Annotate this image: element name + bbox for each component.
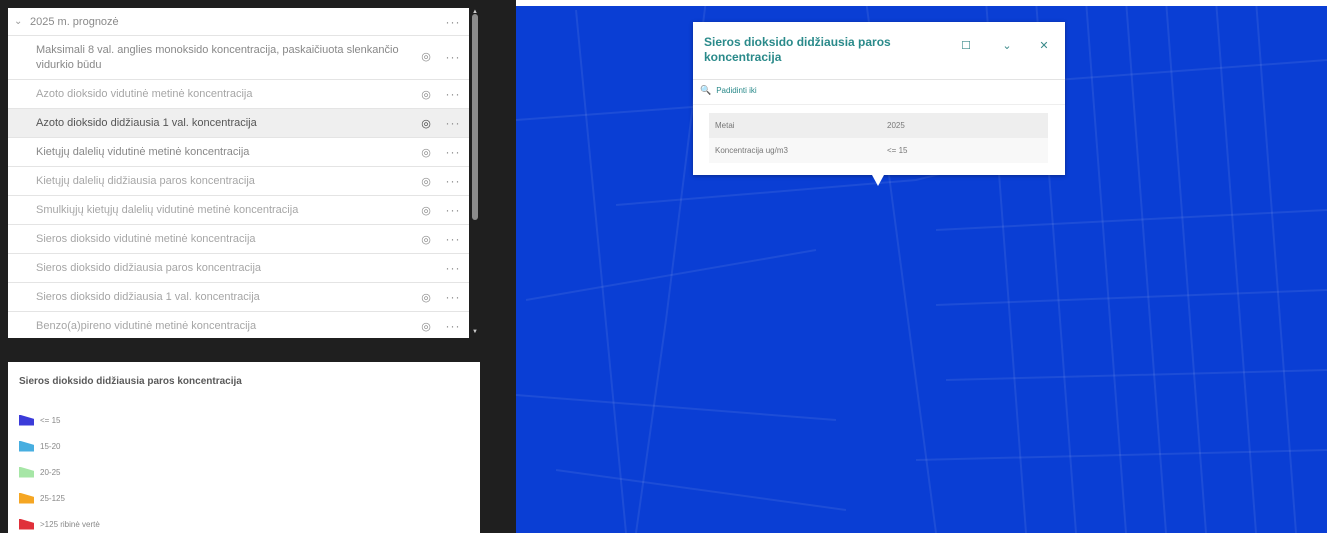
layer-row[interactable]: Benzo(a)pireno vidutinė metinė koncentra…	[8, 312, 469, 338]
scrollbar-thumb[interactable]	[472, 14, 478, 220]
visibility-icon[interactable]: ◎	[415, 88, 437, 101]
legend-label: 25-125	[40, 493, 65, 503]
attribute-row: Metai 2025	[709, 113, 1048, 138]
legend-label: 15-20	[40, 441, 61, 451]
layer-name: Kietųjų dalelių didžiausia paros koncent…	[36, 175, 255, 187]
layer-name: Sieros dioksido didžiausia paros koncent…	[36, 262, 262, 274]
layer-group-row[interactable]: ⌄ 2025 m. prognozė ···	[8, 8, 469, 36]
dock-popup-icon[interactable]: ☐	[958, 39, 974, 52]
attribute-table: Metai 2025 Koncentracija ug/m3 <= 15	[709, 113, 1048, 163]
map-right-border	[1327, 0, 1332, 533]
layer-name: Sieros dioksido didžiausia 1 val. koncen…	[36, 291, 260, 303]
attribute-key: Metai	[709, 113, 881, 138]
legend-item: <= 15	[19, 407, 480, 433]
legend-label: 20-25	[40, 467, 61, 477]
layer-list: ⌄ 2025 m. prognozė ··· Maksimali 8 val. …	[8, 8, 469, 338]
layer-name: Smulkiųjų kietųjų dalelių vidutinė metin…	[36, 204, 299, 216]
layer-rows: Maksimali 8 val. anglies monoksido konce…	[8, 36, 469, 338]
more-options-icon[interactable]: ···	[437, 50, 469, 65]
legend-swatch	[19, 466, 34, 478]
legend-panel: Sieros dioksido didžiausia paros koncent…	[8, 362, 480, 533]
legend-swatch	[19, 518, 34, 530]
legend-swatch	[19, 492, 34, 504]
more-options-icon[interactable]: ···	[437, 319, 469, 333]
scroll-down-icon[interactable]: ▼	[471, 329, 479, 335]
collapse-popup-icon[interactable]: ⌄	[999, 39, 1015, 52]
layer-name: Azoto dioksido didžiausia 1 val. koncent…	[36, 117, 257, 129]
more-options-icon[interactable]: ···	[437, 203, 469, 217]
visibility-icon[interactable]: ◎	[415, 204, 437, 217]
attribute-key: Koncentracija ug/m3	[709, 138, 881, 163]
feature-popup: Sieros dioksido didžiausia paros koncent…	[693, 22, 1065, 175]
layer-row[interactable]: Azoto dioksido vidutinė metinė koncentra…	[8, 80, 469, 109]
layer-row[interactable]: Kietųjų dalelių vidutinė metinė koncentr…	[8, 138, 469, 167]
layer-name: Kietųjų dalelių vidutinė metinė koncentr…	[36, 146, 250, 158]
map-top-border	[516, 0, 1332, 6]
layer-row[interactable]: Sieros dioksido vidutinė metinė koncentr…	[8, 225, 469, 254]
popup-divider	[693, 79, 1065, 80]
more-options-icon[interactable]: ···	[437, 145, 469, 159]
legend-item: >125 ribinė vertė	[19, 511, 480, 533]
visibility-icon[interactable]: ◎	[415, 175, 437, 188]
layer-row[interactable]: Kietųjų dalelių didžiausia paros koncent…	[8, 167, 469, 196]
legend-swatch	[19, 440, 34, 452]
more-options-icon[interactable]: ···	[437, 261, 469, 275]
more-options-icon[interactable]: ···	[437, 116, 469, 130]
popup-pointer	[872, 175, 884, 186]
zoom-to-button[interactable]: 🔍 Padidinti iki	[700, 85, 757, 96]
legend-item: 15-20	[19, 433, 480, 459]
layer-row[interactable]: Sieros dioksido didžiausia 1 val. koncen…	[8, 283, 469, 312]
visibility-icon[interactable]: ◎	[415, 146, 437, 159]
visibility-icon[interactable]: ◎	[415, 50, 437, 65]
legend-label: <= 15	[40, 415, 61, 425]
layer-row[interactable]: Smulkiųjų kietųjų dalelių vidutinė metin…	[8, 196, 469, 225]
legend-item: 20-25	[19, 459, 480, 485]
legend-item: 25-125	[19, 485, 480, 511]
zoom-to-label: Padidinti iki	[716, 86, 757, 95]
more-options-icon[interactable]: ···	[437, 174, 469, 188]
popup-divider	[693, 104, 1065, 105]
popup-title: Sieros dioksido didžiausia paros koncent…	[704, 35, 891, 64]
layer-name: Benzo(a)pireno vidutinė metinė koncentra…	[36, 320, 257, 332]
layer-name: Azoto dioksido vidutinė metinė koncentra…	[36, 88, 253, 100]
panel-gutter	[480, 0, 516, 533]
layer-row[interactable]: Maksimali 8 val. anglies monoksido konce…	[8, 36, 469, 80]
zoom-in-icon: 🔍	[700, 85, 712, 95]
attribute-value: 2025	[881, 113, 1048, 138]
layer-name: Sieros dioksido vidutinė metinė koncentr…	[36, 233, 256, 245]
layer-row[interactable]: Sieros dioksido didžiausia paros koncent…	[8, 254, 469, 283]
attribute-value: <= 15	[881, 138, 1048, 163]
visibility-icon[interactable]: ◎	[415, 320, 437, 333]
visibility-icon[interactable]: ◎	[415, 117, 437, 130]
more-options-icon[interactable]: ···	[437, 290, 469, 304]
layer-group-label: 2025 m. prognozė	[30, 15, 119, 28]
chevron-down-icon[interactable]: ⌄	[14, 16, 30, 27]
layer-name: Maksimali 8 val. anglies monoksido konce…	[36, 43, 399, 71]
legend-label: >125 ribinė vertė	[40, 519, 100, 529]
more-options-icon[interactable]: ···	[437, 15, 469, 29]
attribute-row: Koncentracija ug/m3 <= 15	[709, 138, 1048, 163]
legend-swatch	[19, 414, 34, 426]
layer-row[interactable]: Azoto dioksido didžiausia 1 val. koncent…	[8, 109, 469, 138]
more-options-icon[interactable]: ···	[437, 232, 469, 246]
close-popup-icon[interactable]: ✕	[1036, 39, 1052, 52]
more-options-icon[interactable]: ···	[437, 87, 469, 101]
legend-title: Sieros dioksido didžiausia paros koncent…	[19, 376, 242, 387]
visibility-icon[interactable]: ◎	[415, 291, 437, 304]
legend-items: <= 15 15-20 20-25 25-125 >125 ribinė vertė	[19, 407, 480, 533]
visibility-icon[interactable]: ◎	[415, 233, 437, 246]
